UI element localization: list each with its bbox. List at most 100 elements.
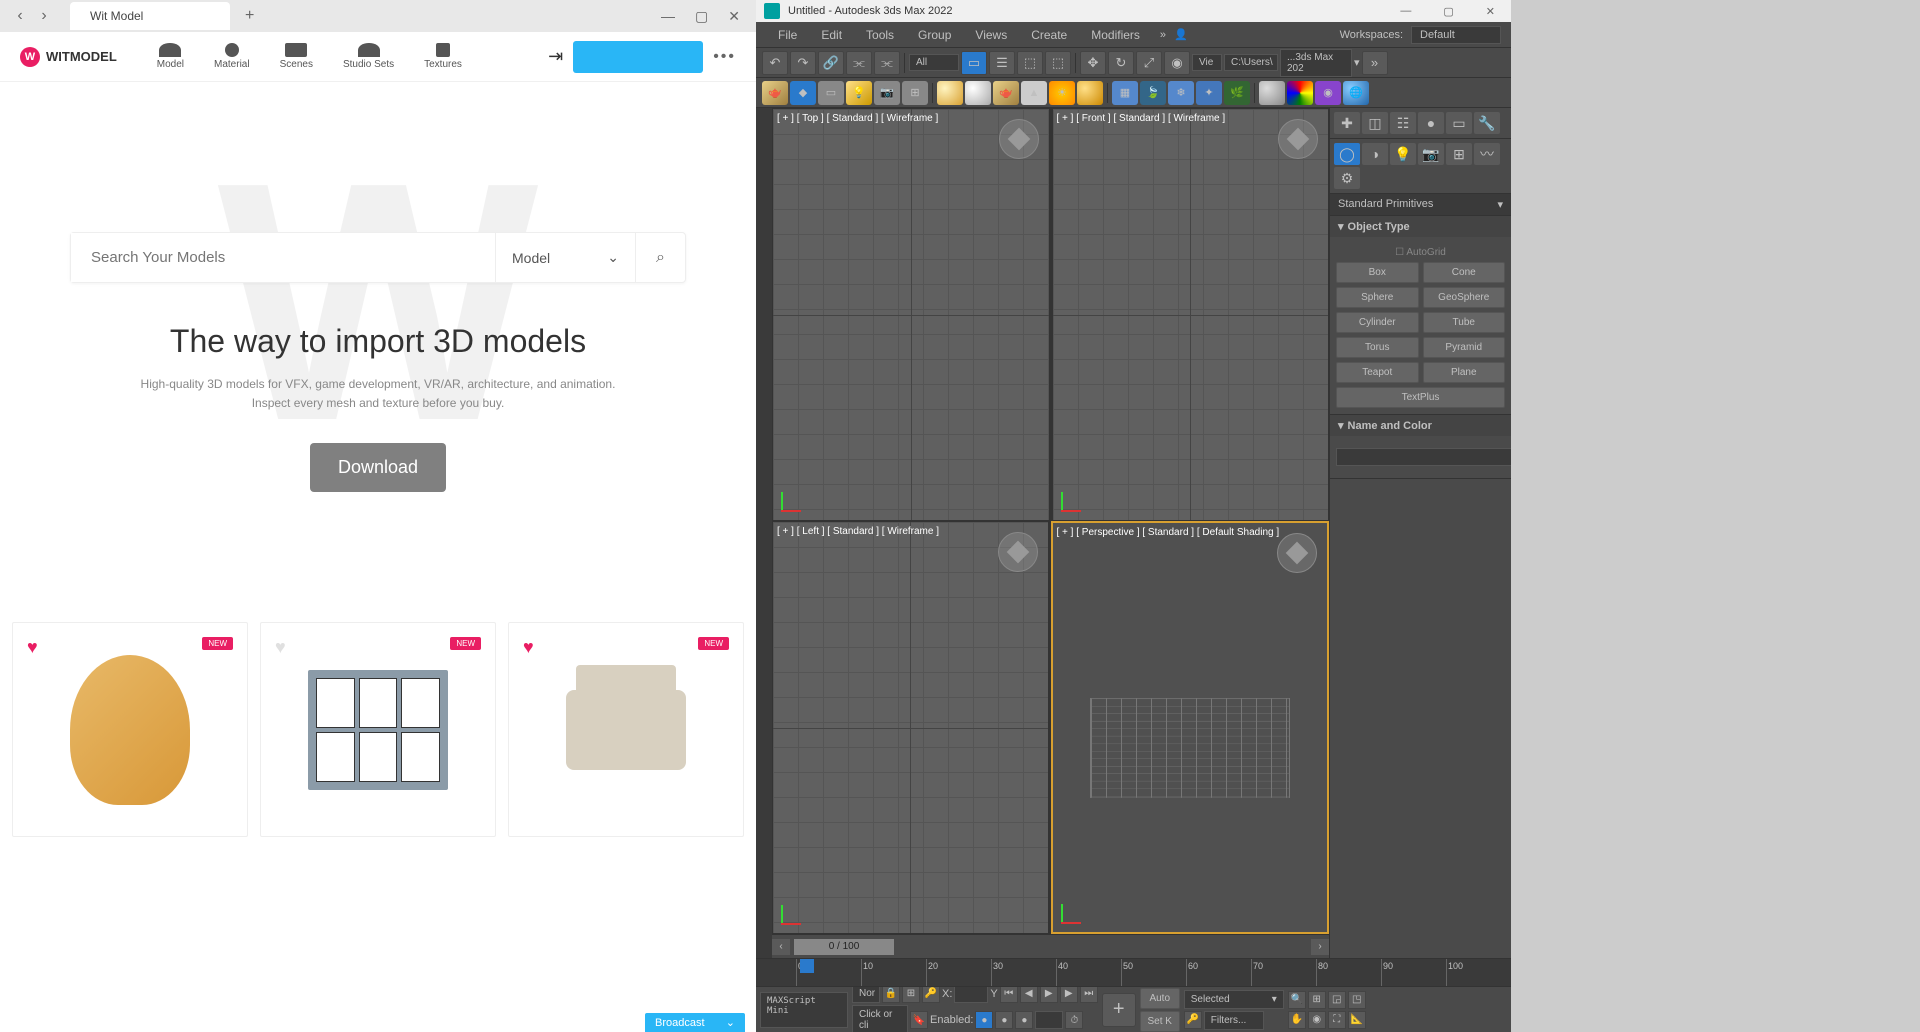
set-key-button[interactable]: Set K [1140,1011,1180,1032]
helpers-icon[interactable]: ⊞ [1446,143,1472,165]
sphere-orb-icon[interactable] [937,81,963,105]
heart-icon[interactable]: ♥ [275,637,286,658]
tab-add-icon[interactable]: + [245,7,254,25]
grid-icon[interactable]: ▦ [1112,81,1138,105]
model-card[interactable]: ♥ NEW [12,622,248,837]
plane-icon[interactable]: ▭ [818,81,844,105]
minimize-icon[interactable]: — [1392,5,1419,18]
maximize-viewport-icon[interactable]: ⛶ [1328,1011,1346,1029]
toggle-icon[interactable]: ● [975,1011,993,1029]
model-card[interactable]: ♥ NEW [260,622,496,837]
color-icon[interactable] [1287,81,1313,105]
nor-toggle[interactable]: Nor [852,986,880,1003]
modify-tab-icon[interactable]: ◫ [1362,112,1388,134]
pan-icon[interactable]: ✋ [1288,1011,1306,1029]
globe-icon[interactable]: 🌐 [1343,81,1369,105]
overflow-icon[interactable]: » [1362,51,1388,75]
sun-icon[interactable]: ☀ [1049,81,1075,105]
motion-tab-icon[interactable]: ● [1418,112,1444,134]
torus-button[interactable]: Torus [1336,337,1419,358]
prev-frame-icon[interactable]: ◀ [1020,986,1038,1003]
primary-action-button[interactable] [573,41,703,73]
scale-icon[interactable]: ⤢ [1136,51,1162,75]
lock-icon[interactable]: 🔒 [882,986,900,1003]
select-region-icon[interactable]: ⬚ [1017,51,1043,75]
viewport-label[interactable]: [ + ] [ Perspective ] [ Standard ] [ Def… [1057,527,1280,538]
zoom-icon[interactable]: 🔍 [1288,991,1306,1009]
box-button[interactable]: Box [1336,262,1419,283]
create-tab-icon[interactable]: ✚ [1334,112,1360,134]
move-icon[interactable]: ✥ [1080,51,1106,75]
burst-icon[interactable]: ✦ [1196,81,1222,105]
zoom-extents-icon[interactable]: ◲ [1328,991,1346,1009]
toggle-icon[interactable]: ● [995,1011,1013,1029]
fov-icon[interactable]: 📐 [1348,1011,1366,1029]
unlink-icon[interactable]: ⫘ [846,51,872,75]
download-button[interactable]: Download [310,443,446,492]
viewcube-icon[interactable] [1277,533,1317,573]
snap-icon[interactable]: ⊞ [902,986,920,1003]
timeline-next-icon[interactable]: › [1311,939,1329,955]
viewcube-icon[interactable] [1278,119,1318,159]
light-icon[interactable]: 💡 [846,81,872,105]
toggle-icon[interactable]: ● [1015,1011,1033,1029]
playhead-icon[interactable] [800,959,814,973]
redo-icon[interactable]: ↷ [790,51,816,75]
teapot-icon[interactable]: 🫖 [762,81,788,105]
path-project[interactable]: ...3ds Max 202 [1280,49,1352,77]
cylinder-button[interactable]: Cylinder [1336,312,1419,333]
cone-button[interactable]: Cone [1423,262,1506,283]
coord-x-input[interactable] [954,986,988,1003]
maximize-icon[interactable]: ▢ [1435,5,1461,18]
menu-views[interactable]: Views [963,24,1019,46]
search-input[interactable] [71,233,495,282]
broadcast-dropdown[interactable]: Broadcast ⌄ [645,1013,745,1032]
window-crossing-icon[interactable]: ⬚ [1045,51,1071,75]
selection-filter-dropdown[interactable]: All [909,54,959,71]
heart-icon[interactable]: ♥ [523,637,534,658]
search-type-dropdown[interactable]: Model ⌄ [495,233,635,282]
auto-key-button[interactable]: Auto [1140,988,1180,1009]
teapot-button[interactable]: Teapot [1336,362,1419,383]
close-icon[interactable]: ✕ [728,8,740,25]
path-users[interactable]: C:\Users\ [1224,54,1278,71]
cone-icon[interactable]: ▲ [1021,81,1047,105]
hierarchy-tab-icon[interactable]: ☷ [1390,112,1416,134]
sphere-orb-icon[interactable] [965,81,991,105]
filters-button[interactable]: Filters... [1204,1011,1264,1030]
add-key-button[interactable]: + [1102,993,1136,1027]
category-dropdown[interactable]: Standard Primitives ▾ [1330,194,1511,216]
link-icon[interactable]: 🔗 [818,51,844,75]
shapes-icon[interactable]: ◑ [1362,143,1388,165]
nav-material[interactable]: Material [214,43,250,70]
bind-icon[interactable]: ⫘ [874,51,900,75]
viewport-top[interactable]: [ + ] [ Top ] [ Standard ] [ Wireframe ] [772,108,1050,521]
object-name-input[interactable] [1336,448,1511,466]
viewcube-icon[interactable] [998,532,1038,572]
viewport-front[interactable]: [ + ] [ Front ] [ Standard ] [ Wireframe… [1052,108,1330,521]
select-name-icon[interactable]: ☰ [989,51,1015,75]
camera-icon[interactable]: 📷 [874,81,900,105]
overflow-icon[interactable]: » [1160,29,1166,41]
frame-input[interactable] [1035,1011,1063,1029]
rotate-icon[interactable]: ↻ [1108,51,1134,75]
sphere-icon[interactable] [1077,81,1103,105]
sphere-button[interactable]: Sphere [1336,287,1419,308]
time-ruler[interactable]: 0102030405060708090100 [756,958,1511,986]
compass-icon[interactable]: ◆ [790,81,816,105]
nav-forward-icon[interactable]: › [34,6,54,26]
undo-icon[interactable]: ↶ [762,51,788,75]
viewcube-icon[interactable] [999,119,1039,159]
zoom-all-icon[interactable]: ⊞ [1308,991,1326,1009]
zoom-extents-all-icon[interactable]: ◳ [1348,991,1366,1009]
orbit-icon[interactable]: ◉ [1308,1011,1326,1029]
export-icon[interactable]: ⇥ [548,46,563,67]
goto-start-icon[interactable]: ⏮ [1000,986,1018,1003]
maxscript-listener[interactable]: MAXScript Mini [760,992,848,1028]
autogrid-checkbox[interactable]: ☐ AutoGrid [1336,243,1505,262]
pyramid-button[interactable]: Pyramid [1423,337,1506,358]
plane-button[interactable]: Plane [1423,362,1506,383]
more-icon[interactable]: ••• [713,48,736,66]
menu-modifiers[interactable]: Modifiers [1079,24,1152,46]
lights-icon[interactable]: 💡 [1390,143,1416,165]
